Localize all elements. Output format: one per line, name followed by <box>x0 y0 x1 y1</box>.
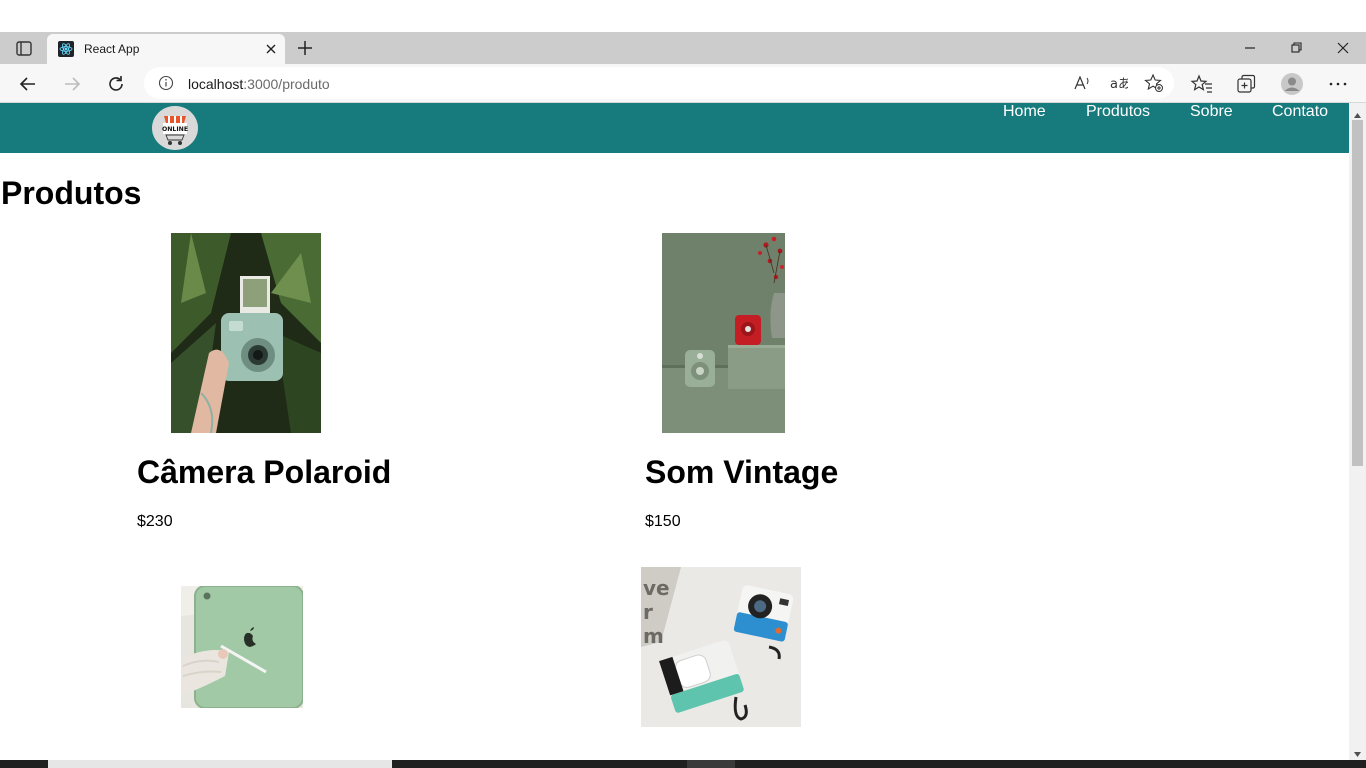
nav-home-link[interactable]: Home <box>1003 103 1046 121</box>
new-tab-icon[interactable] <box>294 38 316 58</box>
online-shop-logo[interactable]: ONLINE <box>152 106 198 150</box>
tab-react-app[interactable]: React App <box>47 34 285 64</box>
minimize-icon[interactable] <box>1240 38 1260 58</box>
translate-icon[interactable]: aあ <box>1108 73 1131 93</box>
window-top-strip <box>0 0 1366 32</box>
profile-avatar-icon[interactable] <box>1280 72 1304 96</box>
product-name[interactable]: Som Vintage <box>645 454 838 491</box>
taskbar-search[interactable] <box>48 760 392 768</box>
svg-text:ve: ve <box>643 576 670 600</box>
collections-icon[interactable] <box>1234 72 1258 96</box>
nav-contato-link[interactable]: Contato <box>1272 103 1328 121</box>
scroll-down-arrow-icon[interactable] <box>1353 746 1362 757</box>
svg-text:ONLINE: ONLINE <box>162 126 188 133</box>
more-options-icon[interactable] <box>1326 72 1350 96</box>
vintage-speaker-image[interactable] <box>662 233 785 433</box>
product-name[interactable]: Câmera Polaroid <box>137 454 391 491</box>
taskbar-app-button[interactable] <box>687 760 735 768</box>
taskbar <box>0 760 1366 768</box>
page-title: Produtos <box>1 175 142 211</box>
tab-bar: React App <box>0 32 1366 64</box>
green-tablet-image[interactable] <box>181 586 303 708</box>
product-price: $150 <box>645 513 681 530</box>
close-window-icon[interactable] <box>1333 38 1353 58</box>
browser-toolbar: localhost:3000/produto aあ <box>0 64 1366 103</box>
address-bar[interactable]: localhost:3000/produto aあ <box>144 67 1174 99</box>
restore-icon[interactable] <box>1286 38 1306 58</box>
scrollbar-thumb[interactable] <box>1352 120 1363 466</box>
refresh-icon[interactable] <box>104 72 128 96</box>
camera-airpods-case-image[interactable]: ve r m <box>641 567 801 727</box>
scroll-up-arrow-icon[interactable] <box>1353 107 1362 118</box>
react-logo-icon <box>58 41 74 57</box>
site-info-icon[interactable] <box>158 75 174 91</box>
site-header: ONLINE Home Produtos Sobre Contato <box>0 103 1349 153</box>
svg-text:r: r <box>643 600 653 624</box>
read-aloud-icon[interactable] <box>1072 73 1092 93</box>
svg-text:m: m <box>643 624 664 648</box>
product-price: $230 <box>137 513 173 530</box>
polaroid-camera-image[interactable] <box>171 233 321 433</box>
nav-produtos-link[interactable]: Produtos <box>1086 103 1150 121</box>
add-favorite-icon[interactable] <box>1144 73 1164 93</box>
page-viewport: ONLINE Home Produtos Sobre Contato Produ… <box>0 103 1349 760</box>
back-arrow-icon[interactable] <box>16 72 40 96</box>
nav-sobre-link[interactable]: Sobre <box>1190 103 1233 121</box>
svg-text:aあ: aあ <box>1110 77 1128 92</box>
tab-title: React App <box>84 42 140 56</box>
url-text[interactable]: localhost:3000/produto <box>188 76 330 92</box>
close-tab-icon[interactable] <box>262 40 280 58</box>
tab-actions-icon[interactable] <box>10 39 38 59</box>
forward-arrow-icon[interactable] <box>60 72 84 96</box>
vertical-scrollbar[interactable] <box>1349 103 1366 760</box>
favorites-icon[interactable] <box>1190 72 1214 96</box>
